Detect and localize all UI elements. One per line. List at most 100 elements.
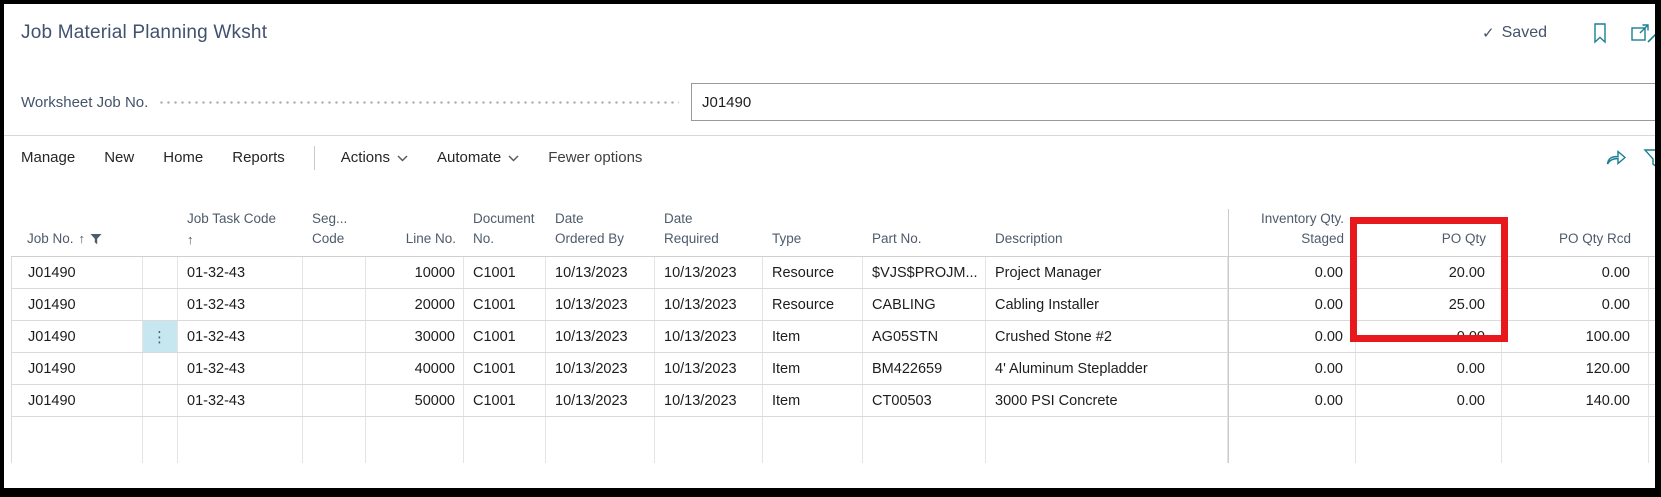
col-header-line-no[interactable]: Line No. <box>366 229 464 256</box>
cell-seg-code[interactable] <box>303 321 366 352</box>
cell-date-ordered-by[interactable]: 10/13/2023 <box>546 321 655 352</box>
col-header-po-qty[interactable]: PO Qty <box>1356 229 1502 256</box>
cell-inventory-qty-staged[interactable]: 0.00 <box>1228 321 1356 352</box>
col-header-description[interactable]: Description <box>986 229 1228 256</box>
cell-empty[interactable] <box>986 417 1228 463</box>
bookmark-icon[interactable] <box>1585 18 1615 48</box>
cell-part-no[interactable]: BM422659 <box>863 353 986 384</box>
row-actions-ellipsis-icon[interactable]: ⋮ <box>143 321 177 352</box>
cell-empty[interactable] <box>546 417 655 463</box>
col-header-type[interactable]: Type <box>763 229 863 256</box>
cell-date-required[interactable]: 10/13/2023 <box>655 257 763 288</box>
cell-empty[interactable] <box>1356 417 1502 463</box>
cell-date-ordered-by[interactable]: 10/13/2023 <box>546 353 655 384</box>
cell-type[interactable]: Resource <box>763 289 863 320</box>
cell-description[interactable]: Crushed Stone #2 <box>986 321 1228 352</box>
cell-po-qty-rcd[interactable]: 0.00 <box>1502 257 1649 288</box>
cell-job-no[interactable]: J01490 <box>11 257 143 288</box>
cell-po-qty[interactable]: 25.00 <box>1356 289 1502 320</box>
cell-document-no[interactable]: C1001 <box>464 385 546 416</box>
col-header-po-qty-rcd[interactable]: PO Qty Rcd <box>1502 229 1649 256</box>
cell-empty[interactable] <box>1502 417 1649 463</box>
cell-type[interactable]: Item <box>763 385 863 416</box>
col-header-date-ordered-by[interactable]: Date Ordered By <box>546 209 655 257</box>
col-header-document-no[interactable]: Document No. <box>464 209 546 257</box>
cell-date-ordered-by[interactable]: 10/13/2023 <box>546 385 655 416</box>
cell-description[interactable]: 4' Aluminum Stepladder <box>986 353 1228 384</box>
menu-home[interactable]: Home <box>163 149 203 166</box>
cell-po-qty[interactable]: 20.00 <box>1356 257 1502 288</box>
cell-empty[interactable] <box>178 417 303 463</box>
cell-seg-code[interactable] <box>303 353 366 384</box>
cell-part-no[interactable]: CT00503 <box>863 385 986 416</box>
cell-date-ordered-by[interactable]: 10/13/2023 <box>546 257 655 288</box>
cell-date-required[interactable]: 10/13/2023 <box>655 353 763 384</box>
cell-document-no[interactable]: C1001 <box>464 353 546 384</box>
fewer-options-button[interactable]: Fewer options <box>548 149 642 166</box>
cell-description[interactable]: Project Manager <box>986 257 1228 288</box>
expand-arrow-icon[interactable] <box>1644 20 1661 51</box>
cell-line-no[interactable]: 20000 <box>366 289 464 320</box>
cell-description[interactable]: 3000 PSI Concrete <box>986 385 1228 416</box>
cell-empty[interactable] <box>464 417 546 463</box>
cell-line-no[interactable]: 40000 <box>366 353 464 384</box>
cell-document-no[interactable]: C1001 <box>464 257 546 288</box>
cell-empty[interactable] <box>655 417 763 463</box>
cell-part-no[interactable]: CABLING <box>863 289 986 320</box>
share-icon[interactable] <box>1601 143 1631 173</box>
cell-part-no[interactable]: AG05STN <box>863 321 986 352</box>
cell-po-qty-rcd[interactable]: 100.00 <box>1502 321 1649 352</box>
cell-type[interactable]: Item <box>763 321 863 352</box>
cell-job-no[interactable]: J01490 <box>11 353 143 384</box>
cell-po-qty[interactable]: 0.00 <box>1356 385 1502 416</box>
cell-line-no[interactable]: 30000 <box>366 321 464 352</box>
menu-manage[interactable]: Manage <box>21 149 75 166</box>
cell-inventory-qty-staged[interactable]: 0.00 <box>1228 353 1356 384</box>
cell-type[interactable]: Item <box>763 353 863 384</box>
cell-description[interactable]: Cabling Installer <box>986 289 1228 320</box>
cell-job-no[interactable]: J01490 <box>11 321 143 352</box>
cell-empty[interactable] <box>763 417 863 463</box>
cell-seg-code[interactable] <box>303 289 366 320</box>
cell-job-task-code[interactable]: 01-32-43 <box>178 289 303 320</box>
cell-date-required[interactable]: 10/13/2023 <box>655 321 763 352</box>
cell-empty[interactable] <box>863 417 986 463</box>
cell-document-no[interactable]: C1001 <box>464 289 546 320</box>
cell-job-no[interactable]: J01490 <box>11 289 143 320</box>
cell-empty[interactable] <box>366 417 464 463</box>
col-header-date-required[interactable]: Date Required <box>655 209 763 257</box>
cell-po-qty-rcd[interactable]: 0.00 <box>1502 289 1649 320</box>
menu-automate[interactable]: Automate <box>437 149 519 166</box>
cell-type[interactable]: Resource <box>763 257 863 288</box>
cell-part-no[interactable]: $VJS$PROJM... <box>863 257 986 288</box>
filter-icon[interactable] <box>1643 146 1661 175</box>
cell-empty[interactable] <box>1228 417 1356 463</box>
col-header-job-task-code[interactable]: Job Task Code ↑ <box>178 209 303 256</box>
cell-empty[interactable] <box>303 417 366 463</box>
cell-inventory-qty-staged[interactable]: 0.00 <box>1228 385 1356 416</box>
menu-actions[interactable]: Actions <box>341 149 408 166</box>
cell-inventory-qty-staged[interactable]: 0.00 <box>1228 289 1356 320</box>
cell-line-no[interactable]: 50000 <box>366 385 464 416</box>
cell-date-required[interactable]: 10/13/2023 <box>655 385 763 416</box>
cell-line-no[interactable]: 10000 <box>366 257 464 288</box>
cell-job-task-code[interactable]: 01-32-43 <box>178 353 303 384</box>
cell-document-no[interactable]: C1001 <box>464 321 546 352</box>
col-header-job-no[interactable]: Job No. ↑ <box>11 229 143 256</box>
col-header-seg-code[interactable]: Seg... Code <box>303 209 366 257</box>
cell-job-task-code[interactable]: 01-32-43 <box>178 385 303 416</box>
cell-job-no[interactable]: J01490 <box>11 385 143 416</box>
cell-po-qty-rcd[interactable]: 140.00 <box>1502 385 1649 416</box>
cell-seg-code[interactable] <box>303 257 366 288</box>
cell-po-qty-rcd[interactable]: 120.00 <box>1502 353 1649 384</box>
cell-po-qty[interactable]: 0.00 <box>1356 321 1502 352</box>
cell-job-task-code[interactable]: 01-32-43 <box>178 257 303 288</box>
cell-seg-code[interactable] <box>303 385 366 416</box>
cell-inventory-qty-staged[interactable]: 0.00 <box>1228 257 1356 288</box>
cell-date-ordered-by[interactable]: 10/13/2023 <box>546 289 655 320</box>
menu-reports[interactable]: Reports <box>232 149 285 166</box>
cell-date-required[interactable]: 10/13/2023 <box>655 289 763 320</box>
cell-empty[interactable] <box>11 417 143 463</box>
worksheet-job-no-input[interactable] <box>691 83 1657 121</box>
col-header-part-no[interactable]: Part No. <box>863 229 986 256</box>
